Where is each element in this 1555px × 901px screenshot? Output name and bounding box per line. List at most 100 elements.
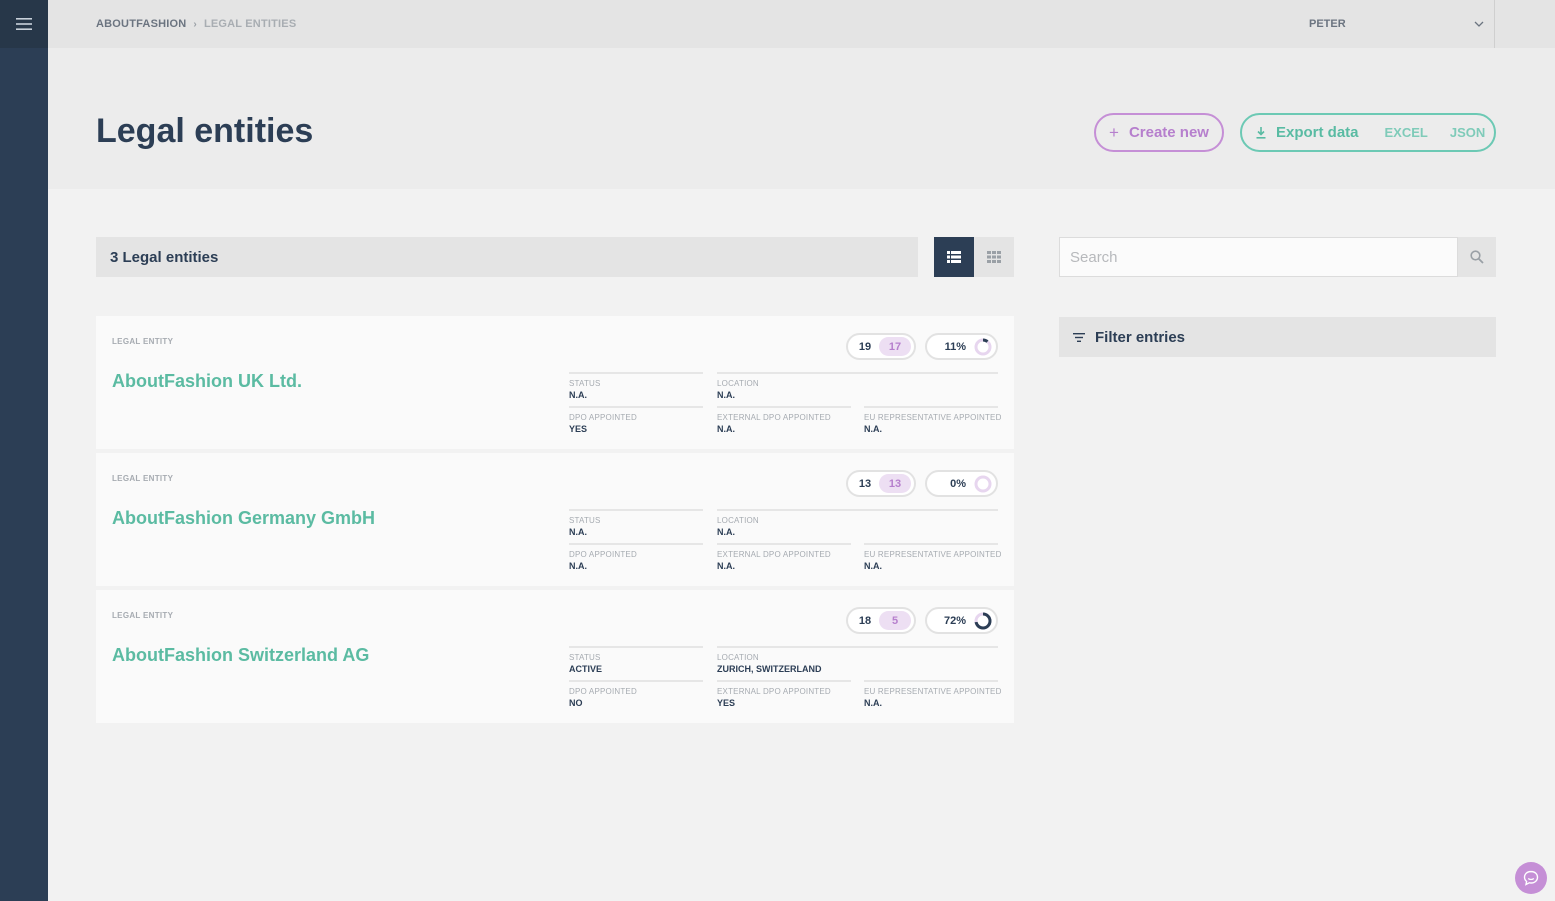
list-view-button[interactable] bbox=[934, 237, 974, 277]
progress-donut-icon bbox=[974, 475, 992, 492]
external-dpo-value: N.A. bbox=[717, 561, 735, 571]
progress-percent: 72% bbox=[943, 614, 966, 627]
search-button[interactable] bbox=[1458, 237, 1496, 277]
eu-representative-value: N.A. bbox=[864, 561, 882, 571]
progress-donut-icon bbox=[974, 612, 992, 629]
top-bar-divider bbox=[1494, 0, 1495, 48]
entity-name[interactable]: AboutFashion UK Ltd. bbox=[112, 371, 302, 392]
location-value: N.A. bbox=[717, 390, 735, 400]
location-value: N.A. bbox=[717, 527, 735, 537]
entity-count-bar: 3 Legal entities bbox=[96, 237, 918, 277]
export-data-button[interactable]: Export data bbox=[1256, 124, 1359, 141]
status-field: STATUS ACTIVE bbox=[569, 646, 703, 674]
top-bar: ABOUTFASHION › LEGAL ENTITIES PETER bbox=[48, 0, 1555, 48]
eu-representative-label: EU REPRESENTATIVE APPOINTED bbox=[864, 413, 1002, 422]
eu-representative-value: N.A. bbox=[864, 698, 882, 708]
status-field: STATUS N.A. bbox=[569, 372, 703, 400]
dpo-value: N.A. bbox=[569, 561, 587, 571]
dpo-label: DPO APPOINTED bbox=[569, 413, 637, 422]
dpo-field: DPO APPOINTED N.A. bbox=[569, 543, 703, 571]
page-title: Legal entities bbox=[96, 112, 314, 150]
search-box bbox=[1059, 237, 1496, 277]
eu-representative-label: EU REPRESENTATIVE APPOINTED bbox=[864, 550, 1002, 559]
download-icon bbox=[1256, 126, 1266, 139]
create-new-button[interactable]: + Create new bbox=[1094, 113, 1224, 152]
entity-type-label: LEGAL ENTITY bbox=[112, 611, 174, 620]
breadcrumb-separator: › bbox=[193, 18, 197, 30]
export-excel-option[interactable]: EXCEL bbox=[1385, 125, 1428, 140]
status-field: STATUS N.A. bbox=[569, 509, 703, 537]
dpo-value: NO bbox=[569, 698, 583, 708]
status-label: STATUS bbox=[569, 653, 601, 662]
breadcrumb-current: LEGAL ENTITIES bbox=[203, 18, 297, 30]
hamburger-icon bbox=[16, 18, 32, 30]
external-dpo-field: EXTERNAL DPO APPOINTED N.A. bbox=[717, 543, 851, 571]
menu-button[interactable] bbox=[0, 0, 48, 48]
eu-representative-field: EU REPRESENTATIVE APPOINTED N.A. bbox=[864, 543, 1002, 571]
status-value: ACTIVE bbox=[569, 664, 603, 674]
location-label: LOCATION bbox=[717, 516, 759, 525]
count-total: 18 bbox=[858, 614, 872, 627]
chat-button[interactable] bbox=[1515, 862, 1547, 894]
entity-progress: 0% bbox=[925, 470, 998, 497]
location-value: ZURICH, SWITZERLAND bbox=[717, 664, 822, 674]
external-dpo-field: EXTERNAL DPO APPOINTED YES bbox=[717, 680, 851, 708]
filter-entries-label: Filter entries bbox=[1095, 328, 1186, 346]
eu-representative-label: EU REPRESENTATIVE APPOINTED bbox=[864, 687, 1002, 696]
entity-name[interactable]: AboutFashion Switzerland AG bbox=[112, 645, 369, 666]
external-dpo-value: N.A. bbox=[717, 424, 735, 434]
entity-progress: 72% bbox=[925, 607, 998, 634]
count-open: 17 bbox=[879, 337, 911, 356]
status-label: STATUS bbox=[569, 516, 601, 525]
dpo-label: DPO APPOINTED bbox=[569, 550, 637, 559]
entity-card[interactable]: LEGAL ENTITY AboutFashion UK Ltd. 19 17 … bbox=[96, 316, 1014, 449]
create-new-label: Create new bbox=[1128, 124, 1209, 141]
eu-representative-field: EU REPRESENTATIVE APPOINTED N.A. bbox=[864, 680, 1002, 708]
entity-type-label: LEGAL ENTITY bbox=[112, 474, 174, 483]
external-dpo-label: EXTERNAL DPO APPOINTED bbox=[717, 550, 831, 559]
user-name: PETER bbox=[1309, 18, 1346, 30]
external-dpo-value: YES bbox=[717, 698, 736, 708]
count-open: 5 bbox=[879, 611, 911, 630]
progress-percent: 0% bbox=[950, 477, 966, 490]
count-total: 13 bbox=[858, 477, 872, 490]
grid-view-button[interactable] bbox=[974, 237, 1014, 277]
external-dpo-label: EXTERNAL DPO APPOINTED bbox=[717, 413, 831, 422]
breadcrumb-root[interactable]: ABOUTFASHION bbox=[96, 18, 186, 30]
entity-count-label: 3 Legal entities bbox=[110, 248, 219, 266]
dpo-field: DPO APPOINTED NO bbox=[569, 680, 703, 708]
entity-card[interactable]: LEGAL ENTITY AboutFashion Switzerland AG… bbox=[96, 590, 1014, 723]
external-dpo-label: EXTERNAL DPO APPOINTED bbox=[717, 687, 831, 696]
grid-view-icon bbox=[987, 251, 1001, 263]
dpo-field: DPO APPOINTED YES bbox=[569, 406, 703, 434]
entity-type-label: LEGAL ENTITY bbox=[112, 337, 174, 346]
entity-name[interactable]: AboutFashion Germany GmbH bbox=[112, 508, 375, 529]
dpo-value: YES bbox=[569, 424, 588, 434]
page-header: Legal entities + Create new Export data … bbox=[48, 48, 1555, 189]
count-total: 19 bbox=[858, 340, 872, 353]
list-view-icon bbox=[947, 251, 961, 263]
user-menu[interactable]: PETER bbox=[1309, 0, 1494, 48]
count-open: 13 bbox=[879, 474, 911, 493]
search-icon bbox=[1470, 250, 1484, 264]
location-field: LOCATION ZURICH, SWITZERLAND bbox=[717, 646, 998, 674]
entity-counts: 13 13 bbox=[846, 470, 916, 497]
filter-entries-button[interactable]: Filter entries bbox=[1059, 317, 1496, 357]
entity-counts: 18 5 bbox=[846, 607, 916, 634]
chevron-down-icon bbox=[1474, 21, 1484, 27]
status-value: N.A. bbox=[569, 390, 587, 400]
export-group: Export data EXCEL JSON bbox=[1240, 113, 1496, 152]
filter-icon bbox=[1073, 332, 1085, 342]
status-value: N.A. bbox=[569, 527, 587, 537]
location-label: LOCATION bbox=[717, 653, 759, 662]
export-json-option[interactable]: JSON bbox=[1450, 125, 1485, 140]
export-data-label: Export data bbox=[1276, 124, 1359, 141]
search-input[interactable] bbox=[1059, 237, 1458, 277]
entity-card[interactable]: LEGAL ENTITY AboutFashion Germany GmbH 1… bbox=[96, 453, 1014, 586]
entity-progress: 11% bbox=[925, 333, 998, 360]
entity-counts: 19 17 bbox=[846, 333, 916, 360]
sidebar bbox=[0, 0, 48, 901]
status-label: STATUS bbox=[569, 379, 601, 388]
location-field: LOCATION N.A. bbox=[717, 509, 998, 537]
progress-percent: 11% bbox=[944, 340, 966, 353]
